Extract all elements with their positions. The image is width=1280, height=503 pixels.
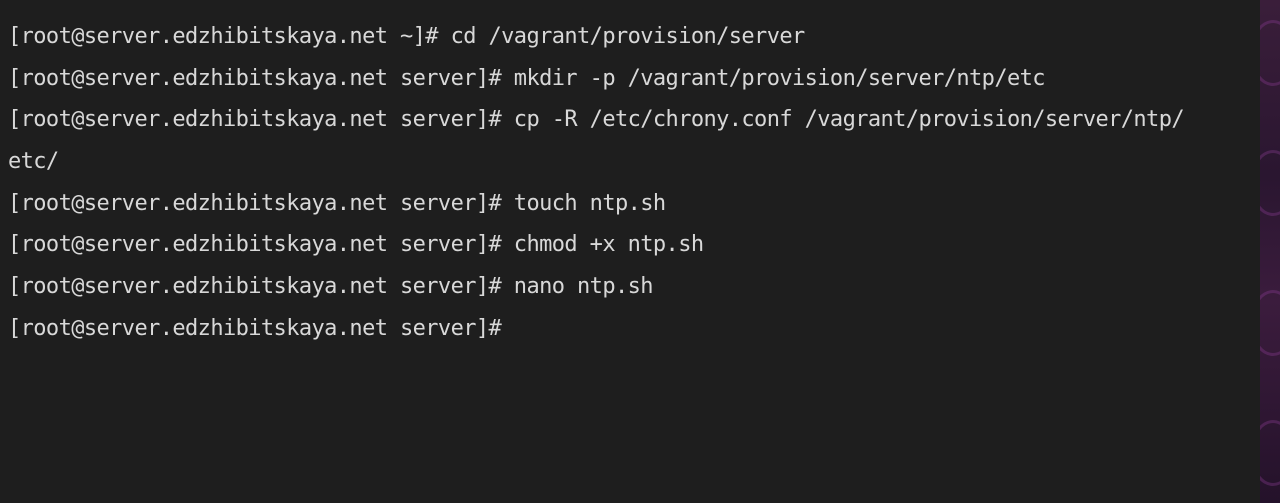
wallpaper-swirl [1260,20,1280,86]
wallpaper-swirl [1260,420,1280,486]
terminal-window[interactable]: [root@server.edzhibitskaya.net ~]# cd /v… [0,0,1260,503]
terminal-line: [root@server.edzhibitskaya.net server]# … [8,190,666,216]
terminal-line-wrapped: etc/ [8,149,59,175]
terminal-line: [root@server.edzhibitskaya.net server]# … [8,232,704,258]
terminal-line: [root@server.edzhibitskaya.net ~]# cd /v… [8,24,805,49]
terminal-prompt[interactable]: [root@server.edzhibitskaya.net server]# [8,308,1253,350]
terminal-line: [root@server.edzhibitskaya.net server]# … [8,107,1185,133]
terminal-line: [root@server.edzhibitskaya.net server]# … [8,274,654,300]
wallpaper-swirl [1260,150,1280,216]
terminal-output[interactable]: [root@server.edzhibitskaya.net ~]# cd /v… [8,16,1253,350]
desktop-background [1260,0,1280,503]
wallpaper-swirl [1260,290,1280,356]
terminal-line: [root@server.edzhibitskaya.net server]# … [8,65,1046,91]
